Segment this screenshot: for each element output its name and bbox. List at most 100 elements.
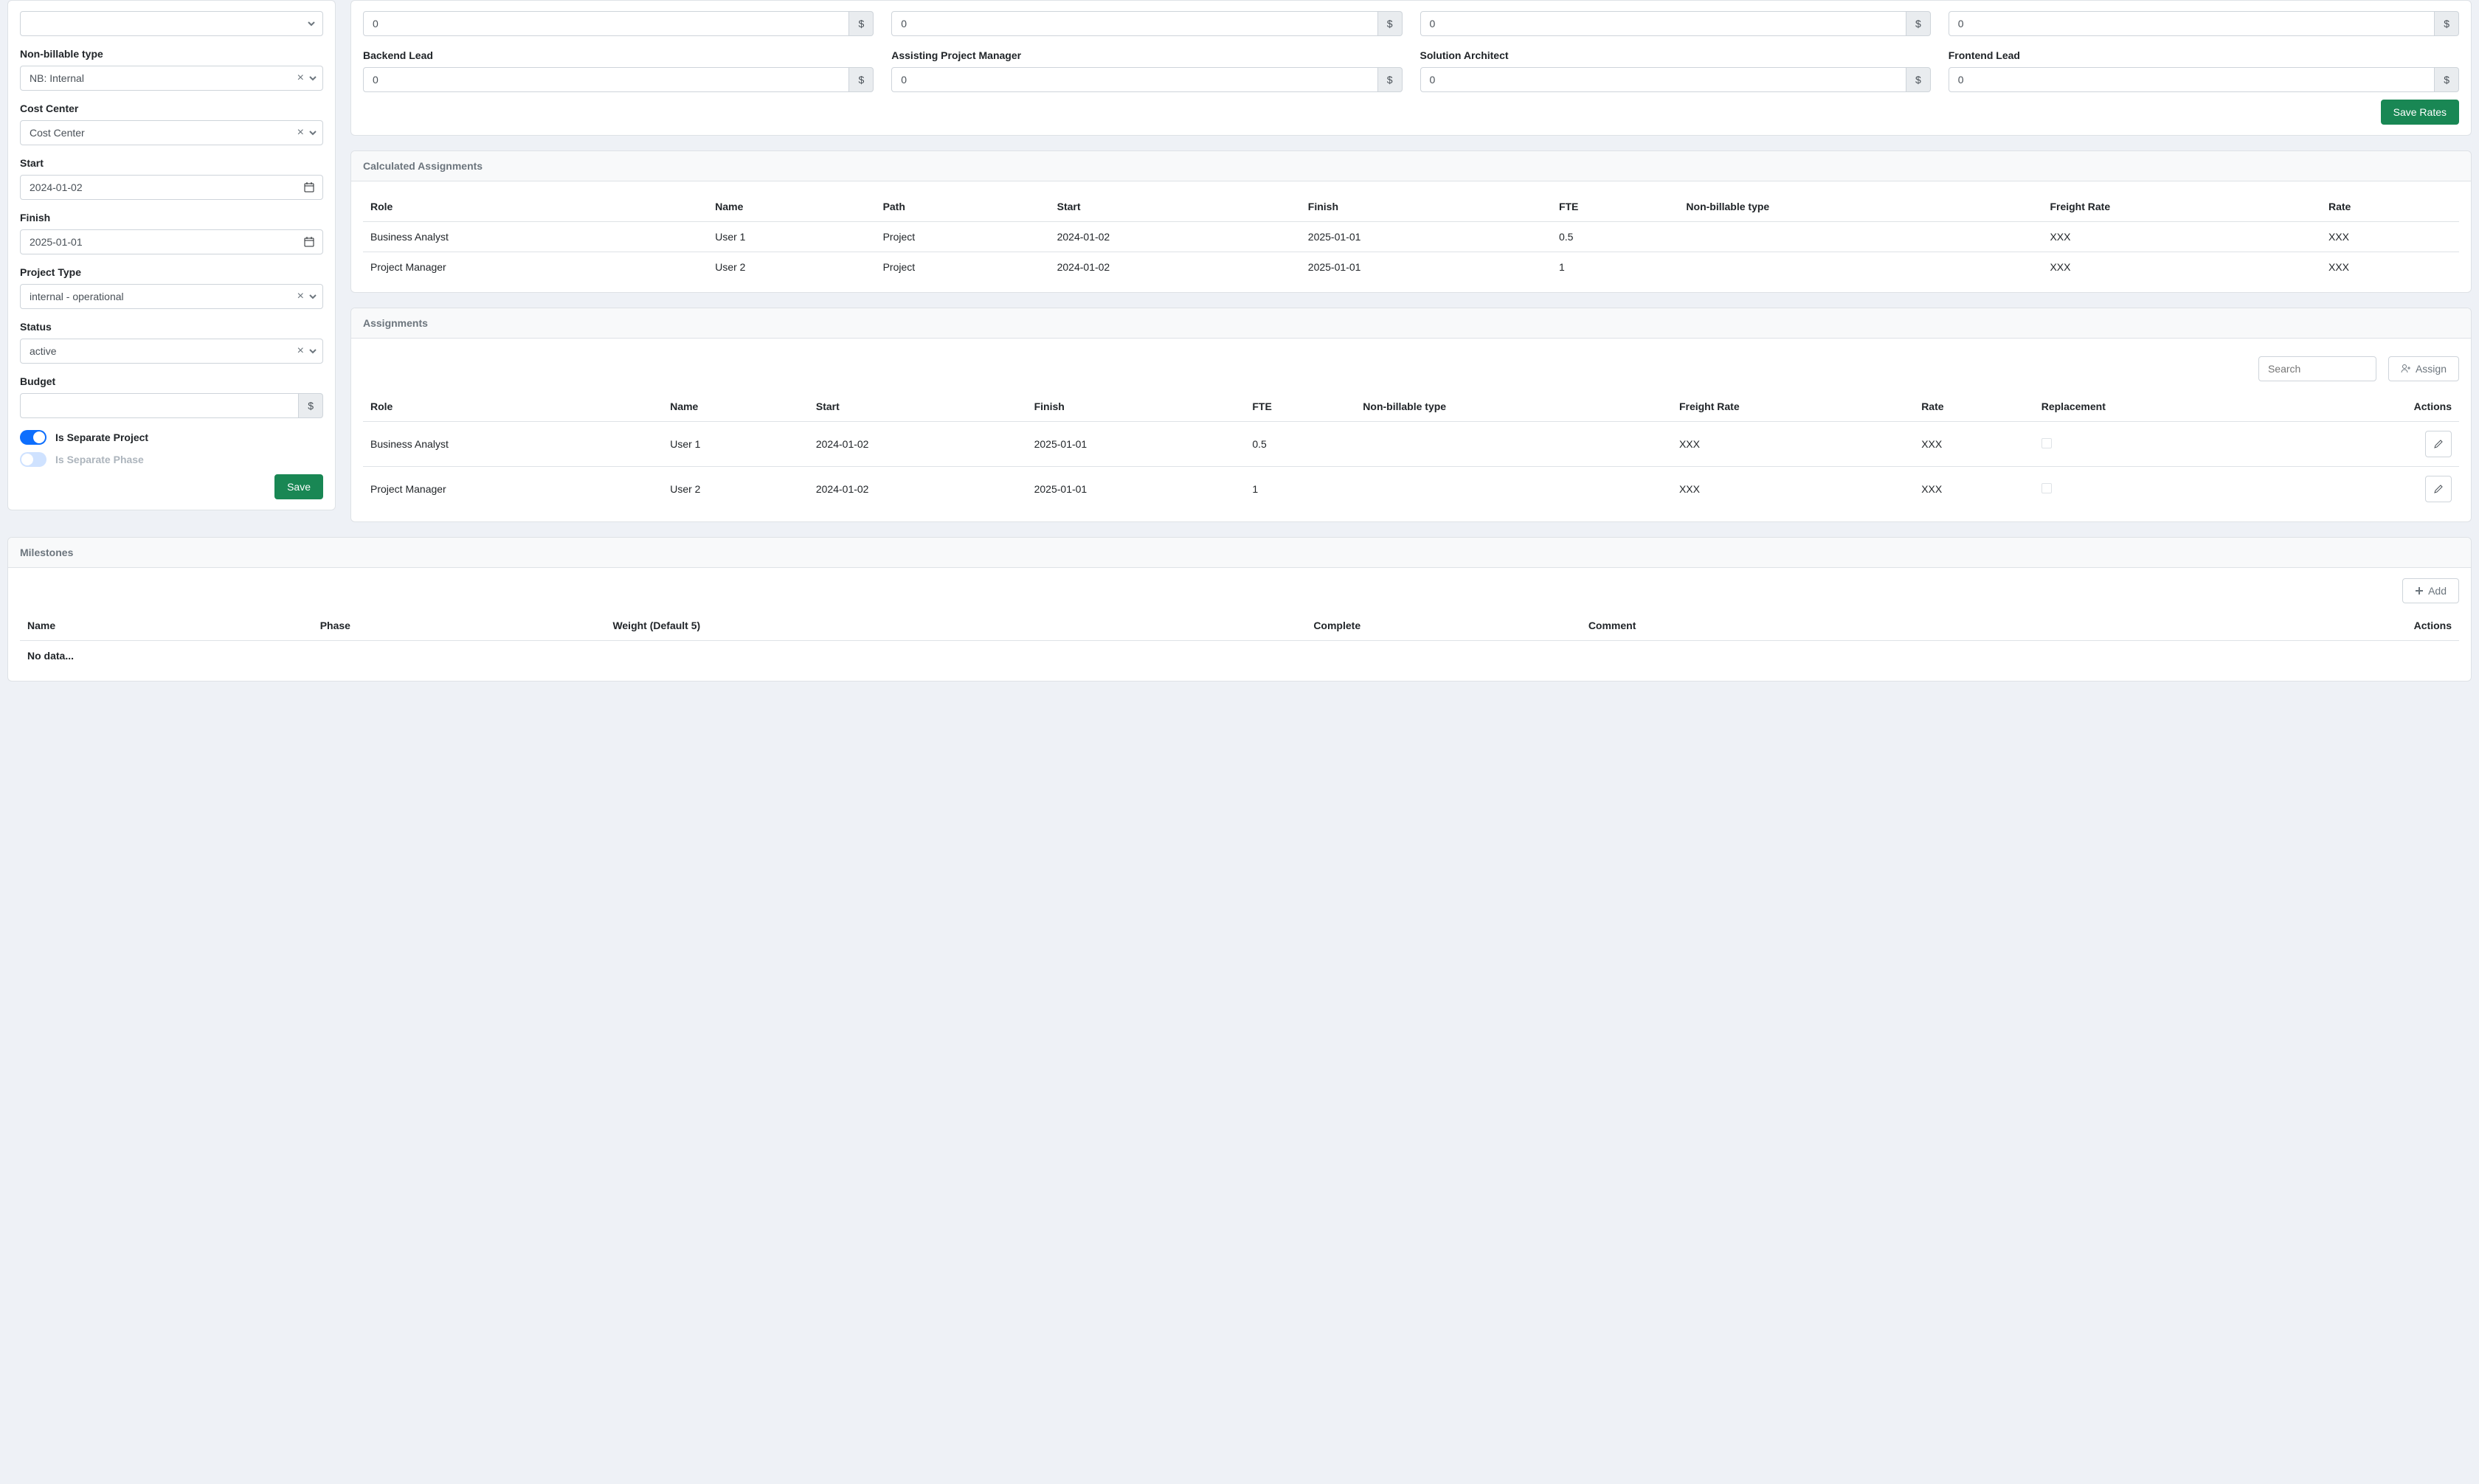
rate-label: Solution Architect bbox=[1420, 49, 1931, 61]
currency-suffix: $ bbox=[849, 67, 874, 92]
col-fte: FTE bbox=[1552, 192, 1678, 222]
status-select[interactable] bbox=[20, 339, 323, 364]
currency-suffix: $ bbox=[1906, 67, 1931, 92]
col-nb: Non-billable type bbox=[1355, 392, 1672, 422]
rate-input[interactable] bbox=[1420, 11, 1906, 36]
cell-nb bbox=[1678, 222, 2042, 252]
user-plus-icon bbox=[2401, 364, 2411, 374]
assignments-header: Assignments bbox=[351, 308, 2471, 339]
milestones-header: Milestones bbox=[8, 538, 2471, 568]
add-milestone-button[interactable]: Add bbox=[2402, 578, 2459, 603]
calendar-icon[interactable] bbox=[304, 182, 314, 193]
cell-nb bbox=[1678, 252, 2042, 282]
pencil-icon bbox=[2433, 484, 2444, 494]
chevron-down-icon[interactable] bbox=[308, 347, 317, 356]
budget-input[interactable] bbox=[20, 393, 299, 418]
cost-center-label: Cost Center bbox=[20, 103, 323, 114]
col-freight: Freight Rate bbox=[2042, 192, 2321, 222]
table-row: Project Manager User 2 Project 2024-01-0… bbox=[363, 252, 2459, 282]
rate-input-assisting-pm[interactable] bbox=[891, 67, 1377, 92]
col-finish: Finish bbox=[1027, 392, 1245, 422]
cell-finish: 2025-01-01 bbox=[1301, 222, 1552, 252]
cell-freight: XXX bbox=[2042, 252, 2321, 282]
clear-icon[interactable]: × bbox=[297, 72, 304, 85]
col-path: Path bbox=[876, 192, 1050, 222]
budget-label: Budget bbox=[20, 375, 323, 387]
cell-fte: 0.5 bbox=[1552, 222, 1678, 252]
cell-rate: XXX bbox=[1914, 422, 2034, 467]
cell-finish: 2025-01-01 bbox=[1027, 422, 1245, 467]
clear-icon[interactable]: × bbox=[297, 126, 304, 139]
search-input[interactable] bbox=[2258, 356, 2376, 381]
col-start: Start bbox=[809, 392, 1027, 422]
plus-icon bbox=[2415, 586, 2424, 595]
cell-role: Business Analyst bbox=[363, 222, 708, 252]
table-row: Business Analyst User 1 Project 2024-01-… bbox=[363, 222, 2459, 252]
chevron-down-icon[interactable] bbox=[308, 128, 317, 137]
separate-project-toggle[interactable] bbox=[20, 430, 46, 445]
col-name: Name bbox=[708, 192, 875, 222]
cell-role: Business Analyst bbox=[363, 422, 663, 467]
save-rates-button[interactable]: Save Rates bbox=[2381, 100, 2459, 125]
cell-freight: XXX bbox=[1672, 467, 1914, 512]
chevron-down-icon[interactable] bbox=[308, 292, 317, 301]
cell-fte: 1 bbox=[1552, 252, 1678, 282]
finish-label: Finish bbox=[20, 212, 323, 223]
unnamed-select[interactable] bbox=[20, 11, 323, 36]
replacement-checkbox[interactable] bbox=[2041, 483, 2052, 493]
rate-input[interactable] bbox=[1949, 11, 2435, 36]
no-data-message: No data... bbox=[20, 641, 2459, 671]
rate-label: Frontend Lead bbox=[1949, 49, 2459, 61]
calculated-assignments-header: Calculated Assignments bbox=[351, 151, 2471, 181]
rate-input[interactable] bbox=[891, 11, 1377, 36]
edit-button[interactable] bbox=[2425, 476, 2452, 502]
replacement-checkbox[interactable] bbox=[2041, 438, 2052, 448]
rate-input-backend-lead[interactable] bbox=[363, 67, 849, 92]
calculated-assignments-table: Role Name Path Start Finish FTE Non-bill… bbox=[363, 192, 2459, 282]
col-name: Name bbox=[20, 611, 313, 641]
project-type-select[interactable] bbox=[20, 284, 323, 309]
cell-name: User 1 bbox=[708, 222, 875, 252]
cell-nb bbox=[1355, 422, 1672, 467]
cell-path: Project bbox=[876, 222, 1050, 252]
finish-date-input[interactable] bbox=[20, 229, 323, 254]
assign-button[interactable]: Assign bbox=[2388, 356, 2459, 381]
cell-name: User 2 bbox=[663, 467, 809, 512]
status-label: Status bbox=[20, 321, 323, 333]
cell-finish: 2025-01-01 bbox=[1027, 467, 1245, 512]
non-billable-type-select[interactable] bbox=[20, 66, 323, 91]
separate-phase-toggle[interactable] bbox=[20, 452, 46, 467]
currency-suffix: $ bbox=[2435, 11, 2459, 36]
start-date-input[interactable] bbox=[20, 175, 323, 200]
currency-suffix: $ bbox=[2435, 67, 2459, 92]
edit-button[interactable] bbox=[2425, 431, 2452, 457]
rate-input-frontend-lead[interactable] bbox=[1949, 67, 2435, 92]
rate-input[interactable] bbox=[363, 11, 849, 36]
table-row: Project Manager User 2 2024-01-02 2025-0… bbox=[363, 467, 2459, 512]
clear-icon[interactable]: × bbox=[297, 344, 304, 358]
clear-icon[interactable]: × bbox=[297, 290, 304, 303]
cost-center-select[interactable] bbox=[20, 120, 323, 145]
rate-input-solution-architect[interactable] bbox=[1420, 67, 1906, 92]
save-button[interactable]: Save bbox=[274, 474, 323, 499]
project-type-label: Project Type bbox=[20, 266, 323, 278]
cell-finish: 2025-01-01 bbox=[1301, 252, 1552, 282]
separate-project-label: Is Separate Project bbox=[55, 431, 148, 443]
cell-start: 2024-01-02 bbox=[809, 422, 1027, 467]
cell-rate: XXX bbox=[2321, 252, 2459, 282]
cell-start: 2024-01-02 bbox=[1050, 222, 1301, 252]
col-actions: Actions bbox=[2289, 392, 2459, 422]
milestones-table: Name Phase Weight (Default 5) Complete C… bbox=[20, 611, 2459, 670]
cell-replacement bbox=[2034, 422, 2289, 467]
cell-role: Project Manager bbox=[363, 467, 663, 512]
col-nb: Non-billable type bbox=[1678, 192, 2042, 222]
col-phase: Phase bbox=[313, 611, 606, 641]
col-replacement: Replacement bbox=[2034, 392, 2289, 422]
rate-label: Backend Lead bbox=[363, 49, 874, 61]
calendar-icon[interactable] bbox=[304, 237, 314, 247]
cell-rate: XXX bbox=[2321, 222, 2459, 252]
currency-suffix: $ bbox=[299, 393, 323, 418]
chevron-down-icon[interactable] bbox=[308, 74, 317, 83]
col-start: Start bbox=[1050, 192, 1301, 222]
cell-name: User 2 bbox=[708, 252, 875, 282]
